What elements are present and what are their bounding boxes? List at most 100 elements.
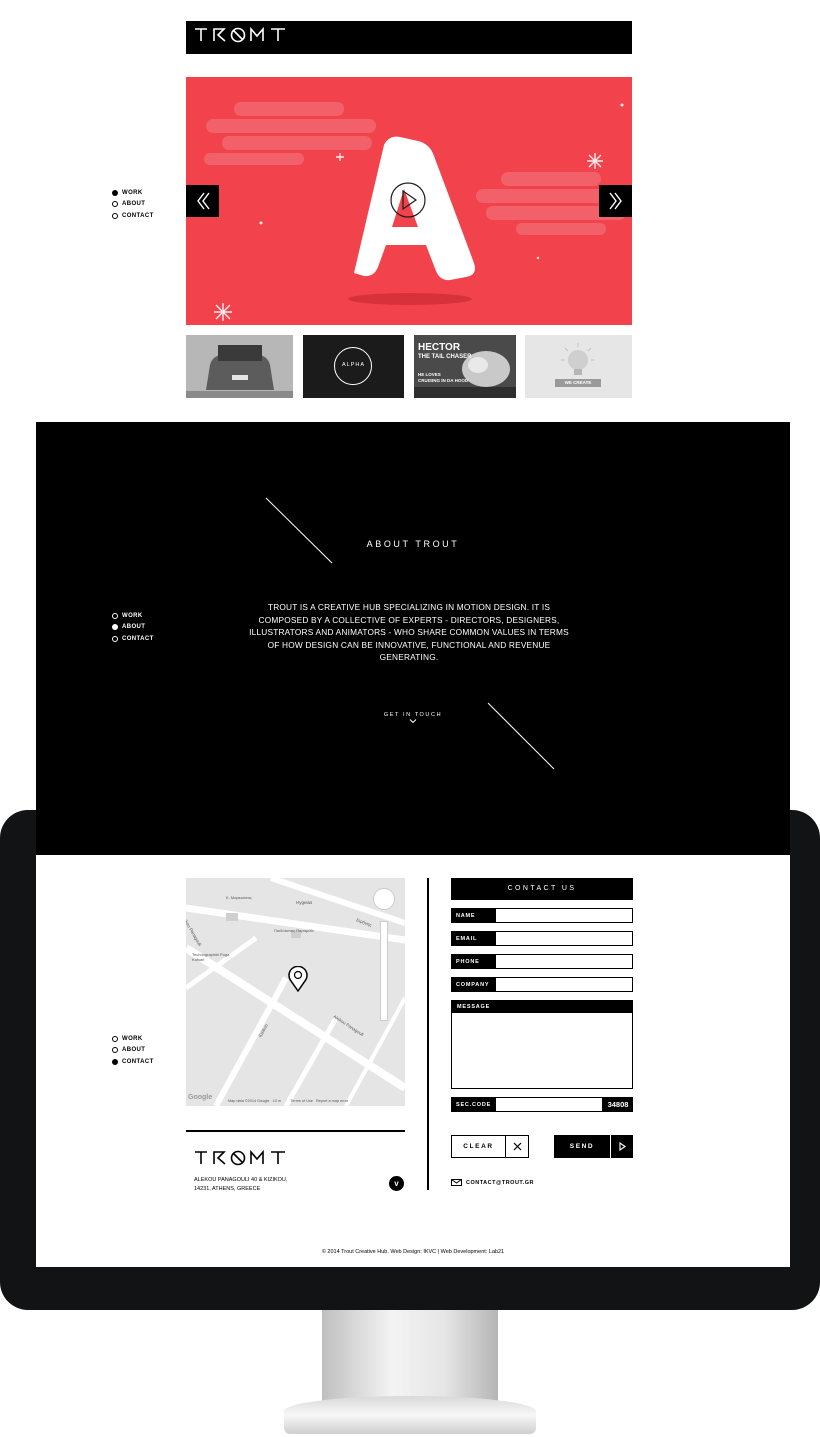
email-input[interactable] (495, 931, 633, 946)
company-field-row: COMPANY (451, 977, 633, 992)
thumb-alpha-label: ALPHA (341, 362, 366, 368)
side-nav-work: WORK ABOUT CONTACT (112, 187, 154, 222)
envelope-icon (451, 1179, 462, 1186)
chevron-down-icon (36, 719, 790, 725)
side-nav-about: WORK ABOUT CONTACT (112, 610, 154, 645)
nav-dot (112, 1047, 118, 1054)
map-pan-control[interactable] (373, 888, 395, 910)
bulb-image (555, 343, 601, 387)
side-nav-contact: WORK ABOUT CONTACT (112, 1033, 154, 1068)
slider-prev-button[interactable] (186, 185, 219, 217)
chevron-right-icon (608, 192, 622, 210)
phone-label: PHONE (451, 954, 495, 969)
get-in-touch-link[interactable]: GET IN TOUCH (36, 712, 790, 725)
email-label: EMAIL (451, 931, 495, 946)
send-label: SEND (569, 1143, 595, 1150)
message-label: MESSAGE (452, 1001, 632, 1013)
map-terms-link[interactable]: Terms of Use (291, 1099, 313, 1103)
name-input[interactable] (495, 908, 633, 923)
monitor-base (284, 1396, 536, 1434)
name-field-row: NAME (451, 908, 633, 923)
nav-dot-active (112, 189, 118, 196)
phone-input[interactable] (495, 954, 633, 969)
nav-dot (112, 212, 118, 219)
name-label: NAME (451, 908, 495, 923)
nav-label-contact: CONTACT (122, 635, 154, 642)
thumb-we-create[interactable]: WE CREATE (525, 335, 632, 398)
hero-illustration (204, 102, 626, 321)
map-street-label: Κ. Μαρκούσας (226, 895, 252, 900)
nav-dot (112, 201, 118, 208)
address-line-2: 14231, ATHENS, GREECE (194, 1186, 261, 1192)
nav-dot-active (112, 624, 118, 631)
close-icon (505, 1136, 528, 1157)
company-input[interactable] (495, 977, 633, 992)
nav-label-about: ABOUT (122, 201, 146, 208)
map-attribution-text: Map data ©2014 Google (228, 1099, 270, 1103)
map[interactable]: Hygeias Κ. Μαρκούσας Alekou Panagouli Al… (186, 878, 405, 1106)
work-slider[interactable] (186, 77, 632, 325)
phone-field-row: PHONE (451, 954, 633, 969)
map-street-label: Hygeias (296, 900, 313, 905)
send-button[interactable]: SEND (554, 1135, 633, 1158)
nav-dot (112, 1035, 118, 1042)
thumb-hector-title: HECTOR (418, 342, 461, 353)
clear-button[interactable]: CLEAR (451, 1135, 529, 1158)
nav-item-work[interactable]: WORK (112, 610, 154, 622)
email-field-row: EMAIL (451, 931, 633, 946)
trout-logo-footer (194, 1149, 290, 1171)
thumb-hector[interactable]: HECTOR THE TAIL CHASER HE LOVES CRUISING… (414, 335, 516, 398)
nav-dot (112, 612, 118, 619)
map-place-label: Technographiki Poga Kotsari (192, 952, 230, 962)
header-bar (186, 21, 632, 54)
company-label: COMPANY (451, 977, 495, 992)
sec-code-label: SEC.CODE (451, 1097, 495, 1112)
play-icon (610, 1135, 633, 1158)
nav-label-contact: CONTACT (122, 212, 154, 219)
car-image (186, 335, 293, 398)
thumb-hector-line1: HE LOVES (418, 372, 441, 377)
nav-label-about: ABOUT (122, 1047, 146, 1054)
vertical-divider (427, 878, 429, 1190)
nav-dot (112, 635, 118, 642)
thumb-car[interactable] (186, 335, 293, 398)
map-pin-icon[interactable] (288, 965, 308, 997)
map-place-label: Παιδότοπος Παραμύθι (274, 928, 314, 933)
nav-label-work: WORK (122, 1035, 143, 1042)
slider-next-button[interactable] (599, 185, 632, 217)
nav-item-about[interactable]: ABOUT (112, 1045, 154, 1057)
thumb-hector-line2: CRUISING IN DA HOOD (418, 378, 469, 383)
nav-item-contact[interactable]: CONTACT (112, 1056, 154, 1068)
google-logo: Google (188, 1094, 213, 1101)
vimeo-icon[interactable]: v (389, 1176, 404, 1191)
map-zoom-slider[interactable] (380, 921, 388, 1021)
chevron-left-icon (196, 192, 210, 210)
monitor-stand (322, 1310, 498, 1410)
nav-item-about[interactable]: ABOUT (112, 199, 154, 211)
nav-item-about[interactable]: ABOUT (112, 622, 154, 634)
address: ALEKOU PANAGOULI 40 & KIZIKOU, 14231, AT… (194, 1176, 287, 1194)
email-link[interactable]: CONTACT@TROUT.GR (451, 1179, 534, 1186)
nav-item-work[interactable]: WORK (112, 1033, 154, 1045)
nav-label-work: WORK (122, 189, 143, 196)
sec-code-row: SEC.CODE 34808 (451, 1097, 633, 1112)
thumb-alpha[interactable]: ALPHA (303, 335, 404, 398)
nav-item-work[interactable]: WORK (112, 187, 154, 199)
copyright: © 2014 Trout Creative Hub. Web Design: I… (321, 1249, 505, 1255)
map-report-link[interactable]: Report a map error (316, 1099, 348, 1103)
sec-code-value: 34808 (603, 1097, 633, 1112)
message-textarea[interactable]: MESSAGE (451, 1000, 633, 1089)
nav-label-work: WORK (122, 612, 143, 619)
map-scale: 10 m (272, 1099, 282, 1103)
divider (186, 1130, 405, 1132)
nav-label-contact: CONTACT (122, 1058, 154, 1065)
trout-logo[interactable] (194, 27, 290, 43)
address-line-1: ALEKOU PANAGOULI 40 & KIZIKOU, (194, 1177, 288, 1183)
nav-dot-active (112, 1058, 118, 1065)
email-address: CONTACT@TROUT.GR (466, 1179, 534, 1186)
nav-item-contact[interactable]: CONTACT (112, 633, 154, 645)
clear-label: CLEAR (463, 1143, 494, 1150)
nav-item-contact[interactable]: CONTACT (112, 210, 154, 222)
sec-code-input[interactable] (495, 1097, 603, 1112)
nav-label-about: ABOUT (122, 624, 146, 631)
